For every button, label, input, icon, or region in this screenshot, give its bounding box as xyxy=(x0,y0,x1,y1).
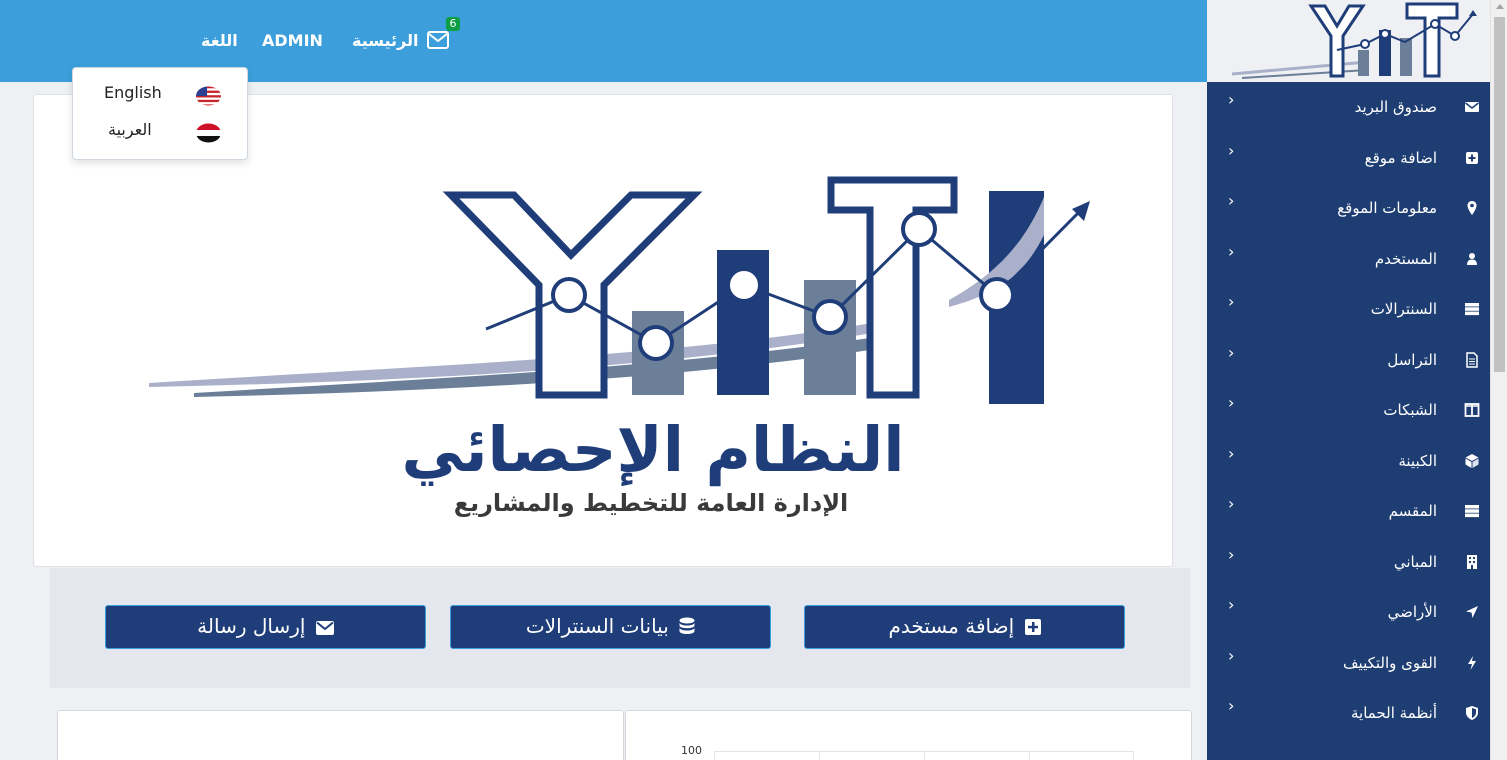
location-arrow-icon xyxy=(1466,606,1478,618)
send-message-label: إرسال رسالة xyxy=(197,614,306,638)
app-root: اللغة ADMIN الرئيسية 6 English العربية ›… xyxy=(0,0,1507,760)
chevron-right-icon: › xyxy=(1228,292,1235,311)
shield-icon xyxy=(1466,706,1478,720)
stats-panel-left xyxy=(57,710,624,760)
statistics-logo-icon: النظام الإحصائي الإدارة العامة للتخطيط و… xyxy=(149,176,1090,517)
sidebar-item-mailbox[interactable]: › صندوق البريد xyxy=(1207,92,1490,130)
columns-icon xyxy=(1464,403,1480,417)
server-icon xyxy=(1465,505,1479,518)
sidebar-item-label: الشبكات xyxy=(1383,401,1437,419)
sidebar-item-label: الأراضي xyxy=(1387,603,1437,621)
sidebar-item-site-info[interactable]: › معلومات الموقع xyxy=(1207,193,1490,231)
sidebar-item-switch[interactable]: › المقسم xyxy=(1207,496,1490,534)
chevron-right-icon: › xyxy=(1228,90,1235,109)
bolt-icon xyxy=(1468,656,1476,670)
sidebar-item-label: المباني xyxy=(1393,553,1437,571)
sidebar-item-label: السنترالات xyxy=(1370,300,1437,318)
envelope-icon xyxy=(315,621,334,635)
sidebar-item-cabinet[interactable]: › الكبينة xyxy=(1207,446,1490,484)
quick-actions-bar: إرسال رسالة بيانات السنترالات إضافة مستخ… xyxy=(50,568,1190,688)
mail-count-badge: 6 xyxy=(446,17,460,31)
add-user-label: إضافة مستخدم xyxy=(888,614,1015,638)
sidebar-item-label: الكبينة xyxy=(1398,452,1437,470)
database-icon xyxy=(679,617,695,634)
language-option-label: English xyxy=(104,83,162,102)
servers-data-button[interactable]: بيانات السنترالات xyxy=(450,605,771,649)
sidebar-item-buildings[interactable]: › المباني xyxy=(1207,547,1490,585)
language-option-english[interactable]: English xyxy=(73,82,247,112)
system-banner: النظام الإحصائي الإدارة العامة للتخطيط و… xyxy=(33,94,1173,567)
servers-data-label: بيانات السنترالات xyxy=(525,614,669,638)
sidebar-item-label: اضافة موقع xyxy=(1364,149,1437,167)
add-user-button[interactable]: إضافة مستخدم xyxy=(804,605,1125,649)
chevron-right-icon: › xyxy=(1228,343,1235,362)
chevron-right-icon: › xyxy=(1228,141,1235,160)
language-dropdown: English العربية xyxy=(72,67,248,160)
stats-panel-right: 100 xyxy=(625,710,1192,760)
sidebar-item-label: صندوق البريد xyxy=(1354,98,1437,116)
user-menu[interactable]: ADMIN xyxy=(262,30,323,52)
chart-gridlines xyxy=(714,751,1134,760)
chevron-right-icon: › xyxy=(1228,393,1235,412)
language-option-label: العربية xyxy=(108,120,152,139)
document-icon xyxy=(1466,352,1478,368)
cube-icon xyxy=(1465,454,1479,468)
plus-square-icon xyxy=(1466,152,1478,164)
envelope-icon[interactable] xyxy=(427,31,449,49)
chevron-right-icon: › xyxy=(1228,494,1235,513)
yemen-flag-icon xyxy=(196,123,221,143)
map-marker-icon xyxy=(1467,201,1477,215)
chevron-right-icon: › xyxy=(1228,595,1235,614)
sidebar-item-user[interactable]: › المستخدم xyxy=(1207,244,1490,282)
server-icon xyxy=(1465,303,1479,316)
us-flag-icon xyxy=(196,86,221,106)
sidebar-item-label: المقسم xyxy=(1388,502,1437,520)
page-scrollbar[interactable] xyxy=(1490,0,1507,760)
chevron-right-icon: › xyxy=(1228,444,1235,463)
sidebar: › صندوق البريد › اضافة موقع › معلومات ال… xyxy=(1207,0,1490,760)
chevron-right-icon: › xyxy=(1228,646,1235,665)
send-message-button[interactable]: إرسال رسالة xyxy=(105,605,426,649)
user-icon xyxy=(1467,253,1477,265)
banner-title: النظام الإحصائي xyxy=(401,413,904,487)
sidebar-item-lands[interactable]: › الأراضي xyxy=(1207,597,1490,635)
chevron-right-icon: › xyxy=(1228,696,1235,715)
logo-icon xyxy=(1231,2,1477,79)
language-option-arabic[interactable]: العربية xyxy=(73,119,247,149)
sidebar-item-power-cooling[interactable]: › القوى والتكييف xyxy=(1207,648,1490,686)
home-link[interactable]: الرئيسية xyxy=(352,30,419,52)
plus-square-icon xyxy=(1024,619,1041,635)
sidebar-item-label: معلومات الموقع xyxy=(1337,199,1437,217)
scrollbar-thumb[interactable] xyxy=(1494,17,1505,372)
sidebar-logo[interactable] xyxy=(1207,0,1490,82)
scroll-up-arrow-icon[interactable] xyxy=(1496,4,1504,9)
chevron-right-icon: › xyxy=(1228,191,1235,210)
sidebar-item-add-site[interactable]: › اضافة موقع xyxy=(1207,143,1490,181)
sidebar-item-protection-systems[interactable]: › أنظمة الحماية xyxy=(1207,698,1490,736)
chevron-right-icon: › xyxy=(1228,242,1235,261)
sidebar-item-correspondence[interactable]: › التراسل xyxy=(1207,345,1490,383)
sidebar-item-label: أنظمة الحماية xyxy=(1350,704,1437,722)
language-menu-toggle[interactable]: اللغة xyxy=(201,30,238,52)
banner-subtitle: الإدارة العامة للتخطيط والمشاريع xyxy=(454,489,849,517)
building-icon xyxy=(1467,555,1477,569)
sidebar-item-label: التراسل xyxy=(1387,351,1437,369)
envelope-icon xyxy=(1465,102,1479,112)
chart-y-tick: 100 xyxy=(681,744,702,757)
sidebar-item-exchanges[interactable]: › السنترالات xyxy=(1207,294,1490,332)
sidebar-item-label: المستخدم xyxy=(1374,250,1437,268)
chevron-right-icon: › xyxy=(1228,545,1235,564)
sidebar-item-label: القوى والتكييف xyxy=(1343,654,1437,672)
sidebar-item-networks[interactable]: › الشبكات xyxy=(1207,395,1490,433)
